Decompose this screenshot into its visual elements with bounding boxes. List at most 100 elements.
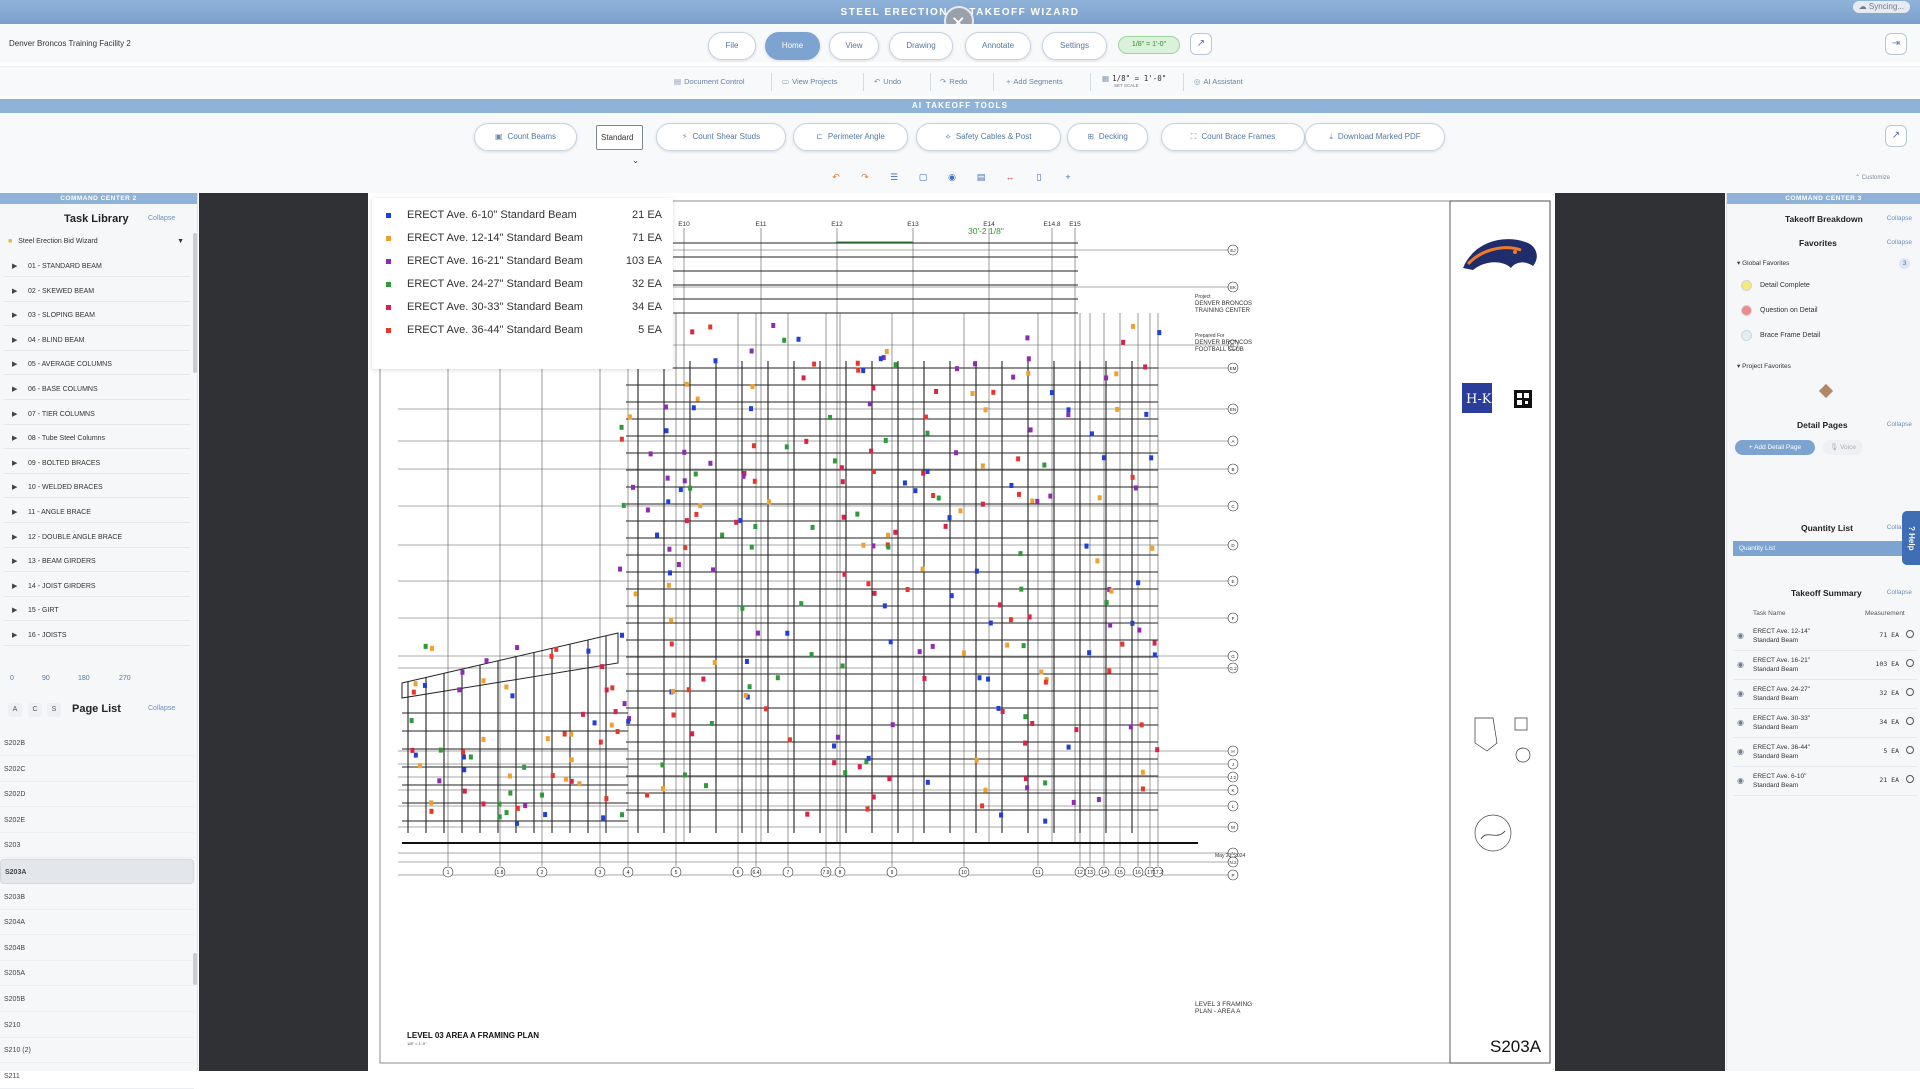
expand-icon[interactable]: ⇥ xyxy=(1885,33,1907,55)
plus-icon[interactable]: + xyxy=(1060,169,1076,185)
eye-icon[interactable]: ◉ xyxy=(1737,747,1744,756)
expand-arrow-icon[interactable]: ▶ xyxy=(12,257,22,277)
dimension-label[interactable]: 30'-2 1/8" xyxy=(968,226,1004,236)
undo-icon[interactable]: ↶ xyxy=(828,169,844,185)
collapse-detail-pages[interactable]: Collapse xyxy=(1887,421,1912,428)
tab-view[interactable]: View xyxy=(829,32,879,60)
task-folder[interactable]: ■ Steel Erection Bid Wizard ▼ xyxy=(8,238,184,245)
target-icon[interactable] xyxy=(1906,775,1914,783)
download-marked-pdf-button[interactable]: ⤓ Download Marked PDF xyxy=(1305,123,1445,151)
customize-link[interactable]: ⌃ Customize xyxy=(1855,174,1890,181)
expand-arrow-icon[interactable]: ▶ xyxy=(12,282,22,302)
sort-category-button[interactable]: C xyxy=(28,703,42,717)
favorite-item[interactable]: Brace Frame Detail xyxy=(1741,325,1909,347)
eye-icon[interactable]: ◉ xyxy=(1737,631,1744,640)
takeoff-summary-row[interactable]: ◉ ERECT Ave. 16-21" Standard Beam 103 EA xyxy=(1733,651,1917,680)
task-item[interactable]: ▶ 06 - BASE COLUMNS xyxy=(4,380,190,400)
collapse-favorites[interactable]: Collapse xyxy=(1887,239,1912,246)
decking-button[interactable]: ⊞ Decking xyxy=(1067,123,1148,151)
external-link-icon[interactable]: ↗ xyxy=(1190,33,1212,55)
count-brace-frames-button[interactable]: ⛶ Count Brace Frames xyxy=(1161,123,1305,151)
add-segments-button[interactable]: + Add Segments xyxy=(1006,77,1063,86)
takeoff-summary-row[interactable]: ◉ ERECT Ave. 6-10" Standard Beam 21 EA xyxy=(1733,767,1917,796)
expand-arrow-icon[interactable]: ▶ xyxy=(12,528,22,548)
sort-alpha-button[interactable]: A xyxy=(8,703,22,717)
view-projects-button[interactable]: ▭ View Projects xyxy=(782,77,837,86)
document-control-button[interactable]: ▤ Document Control xyxy=(674,77,745,86)
list-icon[interactable]: ☰ xyxy=(886,169,902,185)
expand-arrow-icon[interactable]: ▶ xyxy=(12,552,22,572)
help-tab[interactable]: ? Help xyxy=(1902,511,1920,565)
eye-icon[interactable]: ◉ xyxy=(1737,660,1744,669)
tab-file[interactable]: File xyxy=(708,32,756,60)
quantity-list-item[interactable]: Quantity List xyxy=(1733,541,1915,556)
takeoff-summary-row[interactable]: ◉ ERECT Ave. 36-44" Standard Beam 5 EA xyxy=(1733,738,1917,767)
scale-badge[interactable]: 1/8" = 1'-0" xyxy=(1118,36,1180,54)
rotate-270[interactable]: 270 xyxy=(119,675,131,682)
target-icon[interactable] xyxy=(1906,659,1914,667)
expand-arrow-icon[interactable]: ▶ xyxy=(12,405,22,425)
task-item[interactable]: ▶ 15 - GIRT xyxy=(4,601,190,622)
expand-arrow-icon[interactable]: ▶ xyxy=(12,478,22,498)
eye-icon[interactable]: ◉ xyxy=(1737,718,1744,727)
layers-icon[interactable]: ▤ xyxy=(973,169,989,185)
page-list-item[interactable]: S202D xyxy=(0,782,194,808)
undo-button[interactable]: ↶ Undo xyxy=(874,77,901,86)
rotate-0[interactable]: 0 xyxy=(10,675,14,682)
page-list-item[interactable]: S210 (2) xyxy=(0,1038,194,1064)
count-shear-studs-button[interactable]: ⚡ Count Shear Studs xyxy=(656,123,786,151)
task-item[interactable]: ▶ 12 - DOUBLE ANGLE BRACE xyxy=(4,528,190,548)
favorite-item[interactable]: Question on Detail xyxy=(1741,300,1909,322)
tab-home[interactable]: Home xyxy=(765,32,820,60)
task-item[interactable]: ▶ 14 - JOIST GIRDERS xyxy=(4,577,190,597)
task-item[interactable]: ▶ 09 - BOLTED BRACES xyxy=(4,454,190,474)
measure-icon[interactable]: ↔ xyxy=(1002,169,1018,185)
target-icon[interactable] xyxy=(1906,717,1914,725)
collapse-takeoff-summary[interactable]: Collapse xyxy=(1887,589,1912,596)
eye-icon[interactable]: ◉ xyxy=(1737,689,1744,698)
page-list-item[interactable]: S205B xyxy=(0,987,194,1012)
tab-settings[interactable]: Settings xyxy=(1042,32,1107,60)
expand-arrow-icon[interactable]: ▶ xyxy=(12,429,22,449)
eye-icon[interactable]: ◉ xyxy=(1737,776,1744,785)
perimeter-angle-button[interactable]: ⊏ Perimeter Angle xyxy=(793,123,908,151)
takeoff-summary-row[interactable]: ◉ ERECT Ave. 30-33" Standard Beam 34 EA xyxy=(1733,709,1917,738)
task-item[interactable]: ▶ 08 - Tube Steel Columns xyxy=(4,429,190,450)
page-list-item[interactable]: S205A xyxy=(0,961,194,987)
page-list-item[interactable]: S202C xyxy=(0,757,194,782)
expand-arrow-icon[interactable]: ▶ xyxy=(12,355,22,375)
external-link-icon[interactable]: ↗ xyxy=(1885,125,1907,147)
task-item[interactable]: ▶ 05 - AVERAGE COLUMNS xyxy=(4,355,190,376)
global-favorites-toggle[interactable]: ▾ Global Favorites xyxy=(1737,259,1789,267)
rotate-180[interactable]: 180 xyxy=(78,675,90,682)
expand-arrow-icon[interactable]: ▶ xyxy=(12,306,22,326)
collapse-task-library[interactable]: Collapse xyxy=(148,215,175,222)
page-list-item[interactable]: S211 xyxy=(0,1064,194,1089)
project-favorites-toggle[interactable]: ▾ Project Favorites xyxy=(1737,362,1791,370)
set-scale-button[interactable]: ▦ 1/8" = 1'-0" SET SCALE xyxy=(1102,74,1166,88)
task-item[interactable]: ▶ 04 - BLIND BEAM xyxy=(4,331,190,351)
sort-sheet-button[interactable]: S xyxy=(47,703,61,717)
tab-annotate[interactable]: Annotate xyxy=(965,32,1031,60)
collapse-takeoff-breakdown[interactable]: Collapse xyxy=(1887,215,1912,222)
expand-arrow-icon[interactable]: ▶ xyxy=(12,331,22,351)
voice-button[interactable]: 🎙 Voice xyxy=(1823,440,1863,455)
favorite-item[interactable]: Detail Complete xyxy=(1741,275,1909,297)
task-item[interactable]: ▶ 01 - STANDARD BEAM xyxy=(4,257,190,277)
expand-arrow-icon[interactable]: ▶ xyxy=(12,577,22,597)
task-item[interactable]: ▶ 02 - SKEWED BEAM xyxy=(4,282,190,302)
ai-assistant-button[interactable]: ◎ AI Assistant xyxy=(1194,77,1243,86)
page-list-item[interactable]: S202B xyxy=(0,731,194,756)
task-item[interactable]: ▶ 11 - ANGLE BRACE xyxy=(4,503,190,523)
page-list-item[interactable]: S204A xyxy=(0,910,194,936)
target-icon[interactable] xyxy=(1906,746,1914,754)
tab-drawing[interactable]: Drawing xyxy=(889,32,953,60)
add-detail-page-button[interactable]: + Add Detail Page xyxy=(1735,440,1815,455)
redo-button[interactable]: ↷ Redo xyxy=(940,77,967,86)
frame-icon[interactable]: ▢ xyxy=(915,169,931,185)
task-item[interactable]: ▶ 03 - SLOPING BEAM xyxy=(4,306,190,327)
takeoff-summary-row[interactable]: ◉ ERECT Ave. 12-14" Standard Beam 71 EA xyxy=(1733,622,1917,651)
page-list-scrollbar[interactable] xyxy=(193,953,197,985)
target-icon[interactable] xyxy=(1906,630,1914,638)
target-icon[interactable] xyxy=(1906,688,1914,696)
